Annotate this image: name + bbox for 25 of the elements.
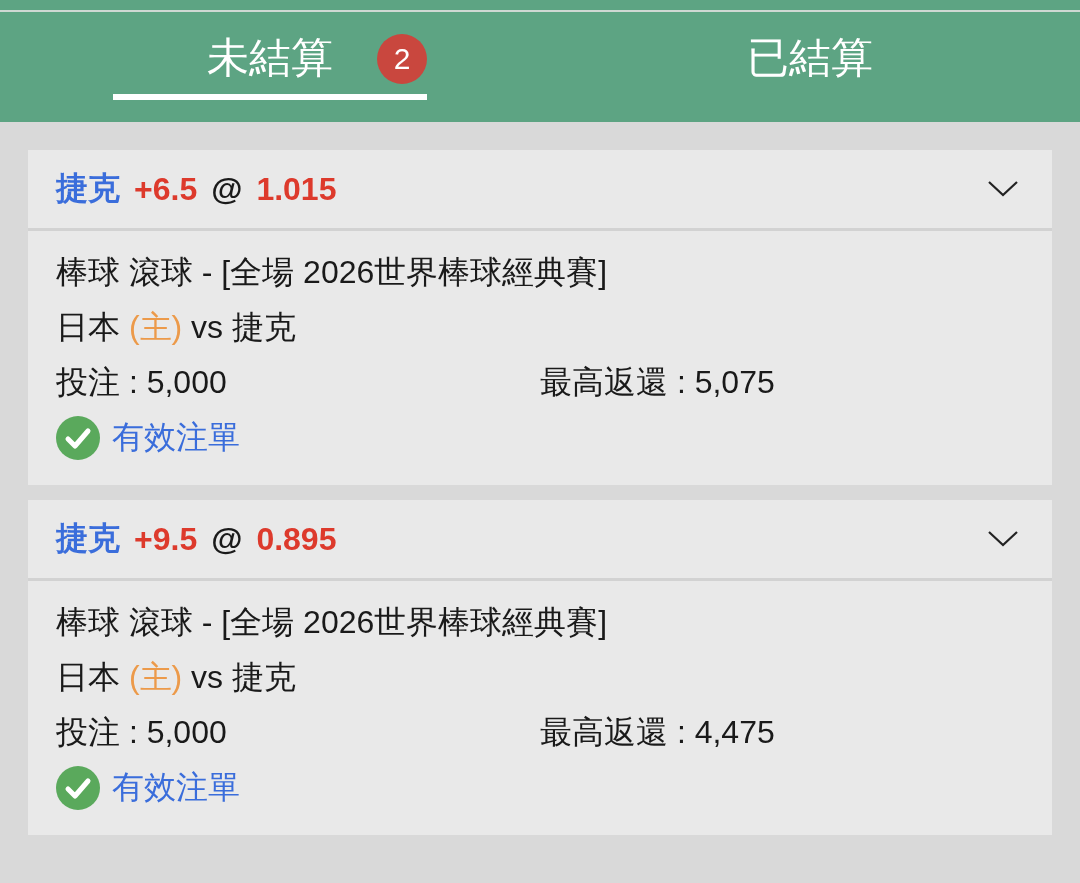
handicap-value: +6.5 (134, 170, 198, 208)
team-name: 捷克 (56, 519, 120, 558)
chevron-down-icon[interactable] (988, 181, 1018, 197)
stake-text: 投注 : 5,000 (56, 363, 228, 402)
stake-text: 投注 : 5,000 (56, 713, 228, 752)
status-text: 有效注單 (112, 768, 240, 807)
chevron-down-icon[interactable] (988, 531, 1018, 547)
status-text: 有效注單 (112, 418, 240, 457)
count-badge: 2 (377, 34, 427, 84)
odds-value: 0.895 (256, 520, 337, 558)
odds-value: 1.015 (256, 170, 337, 208)
tab[interactable]: 已結算 (653, 30, 967, 100)
check-circle-icon (56, 415, 100, 460)
at-sign: @ (211, 170, 243, 208)
tab[interactable]: 未結算 2 (113, 30, 427, 100)
at-sign: @ (211, 520, 243, 558)
max-return-text: 最高返還 : 5,075 (540, 363, 776, 402)
market-text: 棒球 滾球 - [全場 2026世界棒球經典賽] (56, 603, 609, 642)
market-text: 棒球 滾球 - [全場 2026世界棒球經典賽] (56, 253, 609, 292)
match-teams: 日本 (主) vs 捷克 (56, 658, 297, 697)
handicap-value: +9.5 (134, 520, 198, 558)
check-circle-icon (56, 765, 100, 810)
match-teams: 日本 (主) vs 捷克 (56, 308, 297, 347)
max-return-text: 最高返還 : 4,475 (540, 713, 776, 752)
team-name: 捷克 (56, 169, 120, 208)
